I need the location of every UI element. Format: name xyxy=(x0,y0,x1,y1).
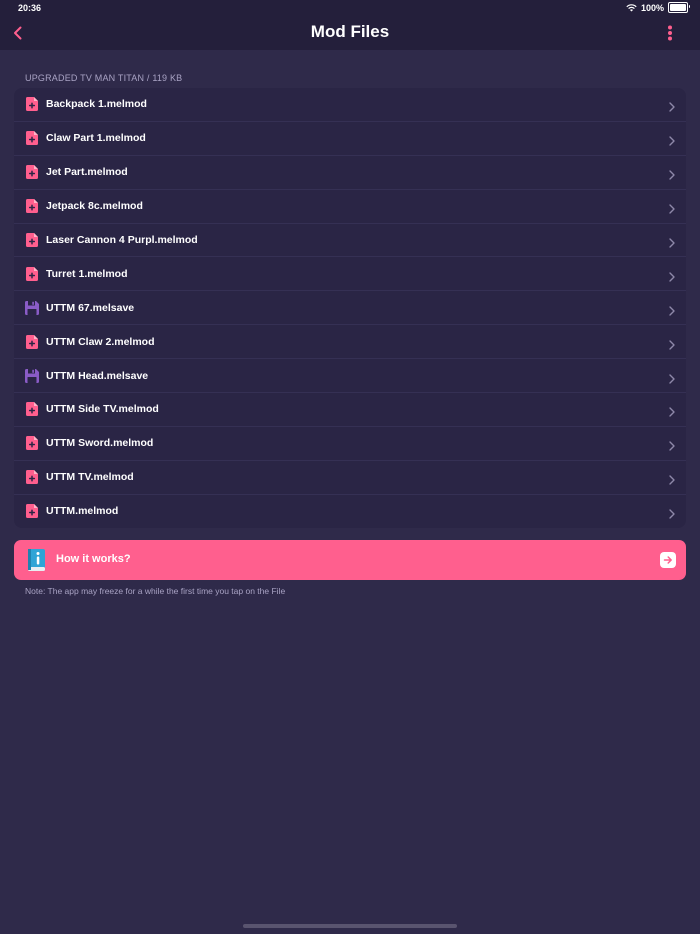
file-row[interactable]: UTTM 67.melsave xyxy=(14,290,686,324)
how-it-works-label: How it works? xyxy=(56,553,131,565)
section-header: UPGRADED TV MAN TITAN / 119 KB xyxy=(25,73,183,83)
file-list: Backpack 1.melmod Claw Part 1.melmod Jet P… xyxy=(14,88,686,528)
file-row[interactable]: UTTM.melmod xyxy=(14,493,686,528)
status-time: 20:36 xyxy=(18,3,42,13)
file-name: UTTM TV.melmod xyxy=(46,471,134,484)
file-name: UTTM.melmod xyxy=(46,505,119,518)
file-row[interactable]: UTTM Sword.melmod xyxy=(14,425,686,460)
document-add-icon xyxy=(25,131,39,146)
chevron-right-icon xyxy=(668,235,676,248)
chevron-right-icon xyxy=(668,438,676,452)
chevron-right-icon xyxy=(668,371,676,384)
chevron-right-icon xyxy=(668,133,676,147)
document-add-icon xyxy=(25,199,39,214)
document-add-icon xyxy=(25,233,39,248)
navigation-bar: Mod Files xyxy=(0,16,700,50)
chevron-right-icon xyxy=(668,99,676,113)
floppy-disk-icon xyxy=(25,368,39,383)
status-indicators: 100% xyxy=(626,2,690,13)
info-book-icon xyxy=(28,549,45,571)
page-title: Mod Files xyxy=(310,22,390,41)
document-add-icon xyxy=(25,334,39,349)
chevron-right-icon xyxy=(668,303,676,316)
file-name: UTTM Side TV.melmod xyxy=(46,403,159,416)
chevron-right-icon xyxy=(668,404,676,418)
chevron-right-icon xyxy=(668,337,676,350)
file-name: UTTM 67.melsave xyxy=(46,301,135,314)
document-add-icon xyxy=(25,436,39,451)
chevron-right-icon xyxy=(668,269,676,282)
document-add-icon xyxy=(25,165,39,180)
arrow-right-icon xyxy=(660,552,676,568)
file-row[interactable]: Backpack 1.melmod xyxy=(14,88,686,121)
file-name: UTTM Claw 2.melmod xyxy=(46,335,155,348)
file-row[interactable]: UTTM Claw 2.melmod xyxy=(14,324,686,358)
file-row[interactable]: Turret 1.melmod xyxy=(14,256,686,290)
more-vertical-icon xyxy=(668,25,672,41)
document-add-icon xyxy=(25,470,39,485)
file-row[interactable]: Laser Cannon 4 Purpl.melmod xyxy=(14,222,686,257)
file-name: UTTM Sword.melmod xyxy=(46,437,154,450)
battery-icon xyxy=(668,2,690,13)
document-add-icon xyxy=(25,402,39,417)
status-bar: 20:36 100% xyxy=(0,0,700,16)
home-indicator[interactable] xyxy=(243,924,457,928)
battery-percent: 100% xyxy=(640,2,664,13)
file-row[interactable]: UTTM Head.melsave xyxy=(14,358,686,392)
chevron-right-icon xyxy=(668,201,676,214)
file-name: Jetpack 8c.melmod xyxy=(46,200,143,213)
file-name: Claw Part 1.melmod xyxy=(46,132,146,145)
file-name: UTTM Head.melsave xyxy=(46,369,149,382)
document-add-icon xyxy=(25,504,39,519)
document-add-icon xyxy=(25,266,39,281)
document-add-icon xyxy=(25,97,39,112)
file-row[interactable]: UTTM TV.melmod xyxy=(14,459,686,494)
file-row[interactable]: Jetpack 8c.melmod xyxy=(14,188,686,223)
file-name: Jet Part.melmod xyxy=(46,166,128,179)
file-row[interactable]: UTTM Side TV.melmod xyxy=(14,392,686,426)
chevron-right-icon xyxy=(668,506,676,519)
chevron-right-icon xyxy=(668,472,676,485)
file-name: Laser Cannon 4 Purpl.melmod xyxy=(46,234,198,246)
file-row[interactable]: Jet Part.melmod xyxy=(14,154,686,189)
file-name: Turret 1.melmod xyxy=(46,267,128,280)
wifi-icon xyxy=(626,3,637,11)
how-it-works-button[interactable]: How it works? xyxy=(14,540,686,580)
freeze-note: Note: The app may freeze for a while the… xyxy=(25,586,286,596)
file-row[interactable]: Claw Part 1.melmod xyxy=(14,120,686,155)
chevron-right-icon xyxy=(668,167,676,180)
file-name: Backpack 1.melmod xyxy=(46,98,147,111)
floppy-disk-icon xyxy=(25,300,39,315)
more-options-button[interactable] xyxy=(662,24,678,42)
